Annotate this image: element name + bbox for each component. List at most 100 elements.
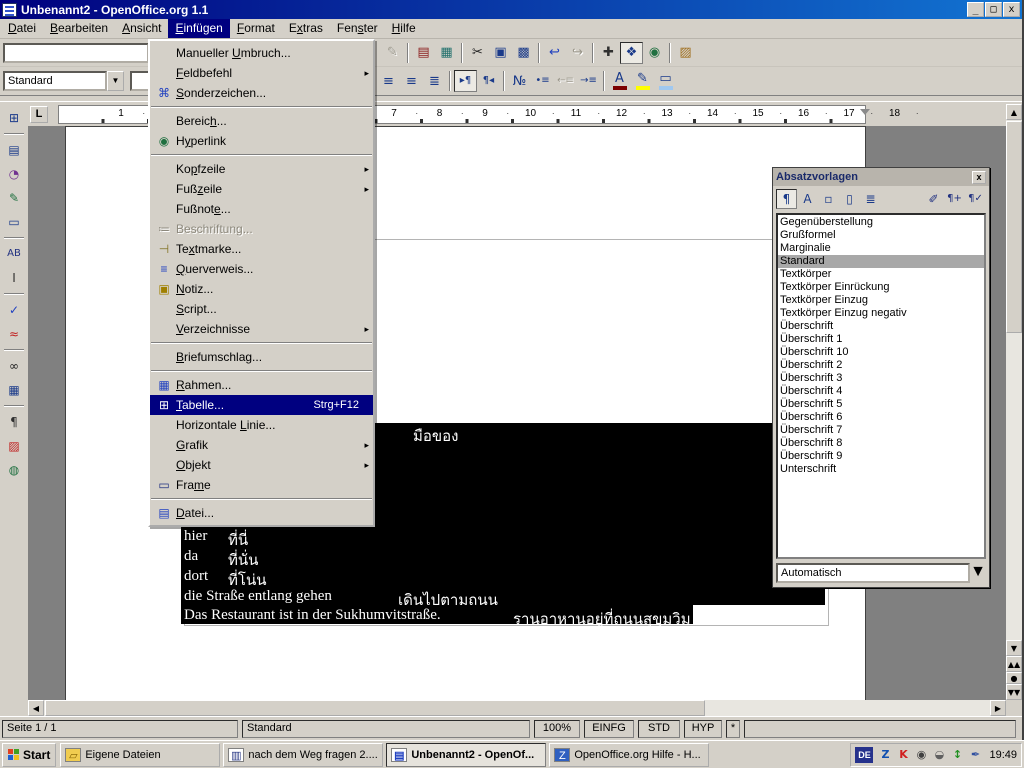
menu-item-hyperlink[interactable]: ◉Hyperlink (150, 131, 373, 151)
style-item[interactable]: Überschrift 9 (778, 450, 984, 463)
stylist-titlebar[interactable]: Absatzvorlagen x (773, 168, 989, 186)
taskbar-button[interactable]: ZOpenOffice.org Hilfe - H... (549, 743, 709, 767)
paragraph-style-combo[interactable]: ▼ (3, 71, 124, 91)
menu-item-script[interactable]: Script... (150, 299, 373, 319)
numbering-styles-icon[interactable]: ≣ (860, 189, 881, 209)
scroll-down-icon[interactable]: ▼ (1006, 640, 1022, 656)
align-center-icon[interactable]: ≡ (377, 70, 400, 92)
vertical-scrollbar-thumb[interactable] (1006, 121, 1022, 333)
style-item[interactable]: Überschrift 4 (778, 385, 984, 398)
gallery-icon[interactable]: ◉ (643, 42, 666, 64)
pen-tablet-icon[interactable]: ✒ (967, 747, 983, 763)
right-to-left-icon[interactable]: ¶◂ (477, 70, 500, 92)
autotext-icon[interactable]: AB (2, 243, 26, 265)
styles-list[interactable]: GegenüberstellungGrußformelMarginalieSta… (776, 213, 986, 559)
undo-icon[interactable]: ↩ (543, 42, 566, 64)
style-item[interactable]: Überschrift 1 (778, 333, 984, 346)
menu-item-briefumschlag[interactable]: Briefumschlag... (150, 347, 373, 367)
style-item[interactable]: Gegenüberstellung (778, 216, 984, 229)
horizontal-scrollbar[interactable]: ◀ ▶ (28, 700, 1006, 716)
style-item[interactable]: Grußformel (778, 229, 984, 242)
menu-item-manueller-umbruch[interactable]: Manueller Umbruch... (150, 43, 373, 63)
menu-einfügen[interactable]: Einfügen (168, 19, 229, 38)
highlighting-icon[interactable]: ✎ (631, 70, 654, 92)
menu-item-horizontale-linie[interactable]: Horizontale Linie... (150, 415, 373, 435)
vertical-scrollbar[interactable]: ▲ ▼ ▲▲ ● ▼▼ (1006, 104, 1022, 700)
increase-indent-icon[interactable]: →≡ (577, 70, 600, 92)
paragraph-styles-icon[interactable]: ¶ (776, 189, 797, 209)
decrease-indent-icon[interactable]: ←≡ (554, 70, 577, 92)
nonprinting-characters-icon[interactable]: ¶ (2, 411, 26, 433)
menu-item-fußzeile[interactable]: Fußzeile▸ (150, 179, 373, 199)
language-indicator[interactable]: DE (855, 747, 873, 763)
insert-object-icon[interactable]: ◔ (2, 163, 26, 185)
style-item[interactable]: Unterschrift (778, 463, 984, 476)
spellcheck-icon[interactable]: ✓ (2, 299, 26, 321)
menu-item-datei[interactable]: ▤Datei... (150, 503, 373, 523)
menu-format[interactable]: Format (230, 19, 282, 38)
direct-cursor-icon[interactable]: I (2, 267, 26, 289)
previous-page-icon[interactable]: ▲▲ (1006, 656, 1022, 672)
scroll-right-icon[interactable]: ▶ (990, 700, 1006, 716)
stylist-filter-input[interactable] (776, 563, 970, 583)
style-item[interactable]: Marginalie (778, 242, 984, 255)
style-item[interactable]: Textkörper Einzug negativ (778, 307, 984, 320)
taskbar-button[interactable]: ▱Eigene Dateien (60, 743, 220, 767)
frame-styles-icon[interactable]: ▫ (818, 189, 839, 209)
style-item[interactable]: Standard (778, 255, 984, 268)
insert-picture-icon[interactable]: ▨ (674, 42, 697, 64)
taskbar-button[interactable]: ▥nach dem Weg fragen 2.... (223, 743, 383, 767)
fill-format-mode-icon[interactable]: ✐ (923, 189, 944, 209)
align-right-icon[interactable]: ≡ (400, 70, 423, 92)
update-style-icon[interactable]: ¶✓ (965, 189, 986, 209)
menu-item-sonderzeichen[interactable]: ⌘Sonderzeichen... (150, 83, 373, 103)
scroll-left-icon[interactable]: ◀ (28, 700, 44, 716)
menu-bearbeiten[interactable]: Bearbeiten (43, 19, 115, 38)
menu-datei[interactable]: Datei (1, 19, 43, 38)
style-item[interactable]: Überschrift 6 (778, 411, 984, 424)
style-item[interactable]: Textkörper (778, 268, 984, 281)
menu-item-bereich[interactable]: Bereich... (150, 111, 373, 131)
style-item[interactable]: Überschrift 5 (778, 398, 984, 411)
cut-icon[interactable]: ✂ (466, 42, 489, 64)
menu-item-verzeichnisse[interactable]: Verzeichnisse▸ (150, 319, 373, 339)
style-item[interactable]: Überschrift 3 (778, 372, 984, 385)
find-replace-icon[interactable]: ∞ (2, 355, 26, 377)
menu-item-objekt[interactable]: Objekt▸ (150, 455, 373, 475)
align-justify-icon[interactable]: ≣ (423, 70, 446, 92)
volume-icon[interactable]: ◉ (913, 747, 929, 763)
online-layout-icon[interactable]: ◍ (2, 459, 26, 481)
autospellcheck-icon[interactable]: ≈ (2, 323, 26, 345)
status-zoom[interactable]: 100% (534, 720, 580, 738)
style-item[interactable]: Überschrift 7 (778, 424, 984, 437)
print-icon[interactable]: ▦ (435, 42, 458, 64)
menu-item-querverweis[interactable]: ≡Querverweis... (150, 259, 373, 279)
menu-item-tabelle[interactable]: ⊞Tabelle...Strg+F12 (150, 395, 373, 415)
stylist-filter-dropdown-icon[interactable]: ▼ (970, 563, 986, 583)
mouse-settings-icon[interactable]: ◒ (931, 747, 947, 763)
paste-icon[interactable]: ▩ (512, 42, 535, 64)
status-insert-mode[interactable]: EINFG (584, 720, 634, 738)
taskbar-button[interactable]: ▤Unbenannt2 - OpenOf... (386, 743, 546, 767)
copy-icon[interactable]: ▣ (489, 42, 512, 64)
scroll-up-icon[interactable]: ▲ (1006, 104, 1022, 120)
left-to-right-icon[interactable]: ▸¶ (454, 70, 477, 92)
paragraph-background-icon[interactable]: ▭ (654, 70, 677, 92)
style-item[interactable]: Textkörper Einrückung (778, 281, 984, 294)
next-page-icon[interactable]: ▼▼ (1006, 684, 1022, 700)
menu-ansicht[interactable]: Ansicht (115, 19, 168, 38)
insert-icon[interactable]: ▤ (2, 139, 26, 161)
start-button[interactable]: Start (2, 743, 56, 767)
numbered-list-icon[interactable]: № (508, 70, 531, 92)
navigator-icon[interactable]: ✚ (597, 42, 620, 64)
antivirus-icon[interactable]: K (895, 747, 911, 763)
bullet-list-icon[interactable]: •≡ (531, 70, 554, 92)
maximize-button[interactable]: □ (985, 2, 1002, 17)
export-pdf-icon[interactable]: ▤ (412, 42, 435, 64)
page-styles-icon[interactable]: ▯ (839, 189, 860, 209)
draw-functions-icon[interactable]: ✎ (2, 187, 26, 209)
menu-extras[interactable]: Extras (282, 19, 330, 38)
style-item[interactable]: Überschrift 8 (778, 437, 984, 450)
new-style-from-selection-icon[interactable]: ¶+ (944, 189, 965, 209)
status-hyperlink-mode[interactable]: HYP (684, 720, 722, 738)
